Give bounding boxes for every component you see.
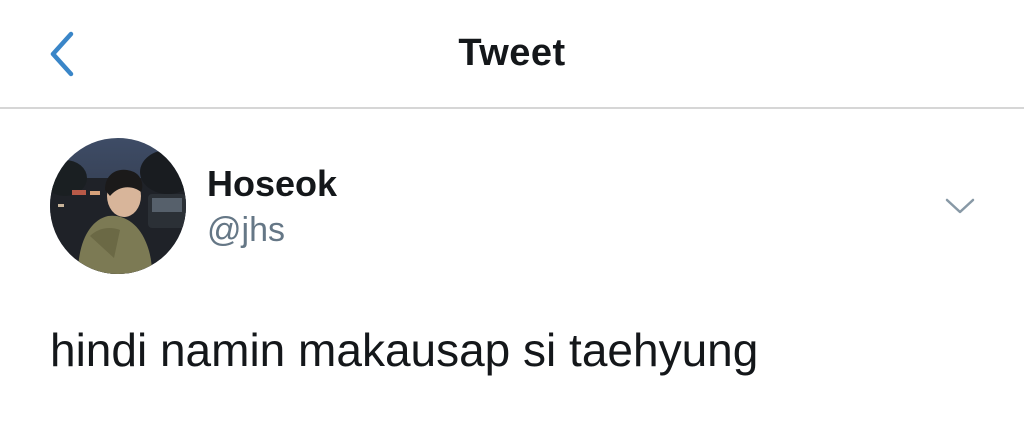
page-title: Tweet: [458, 32, 566, 74]
tweet-options-button[interactable]: [940, 191, 980, 221]
author-handle[interactable]: @jhs: [207, 211, 285, 250]
tweet-text: hindi namin makausap si taehyung: [50, 324, 759, 376]
avatar-photo: [50, 138, 186, 274]
chevron-down-icon: [945, 198, 975, 214]
navigation-bar: Tweet: [0, 0, 1024, 109]
tweet-detail-screen: Tweet Hoseok @jhs hindi namin makausap s…: [0, 0, 1024, 424]
tweet-card: Hoseok @jhs hindi namin makausap si taeh…: [0, 111, 1024, 424]
author-display-name[interactable]: Hoseok: [207, 163, 337, 205]
avatar[interactable]: [50, 138, 186, 274]
